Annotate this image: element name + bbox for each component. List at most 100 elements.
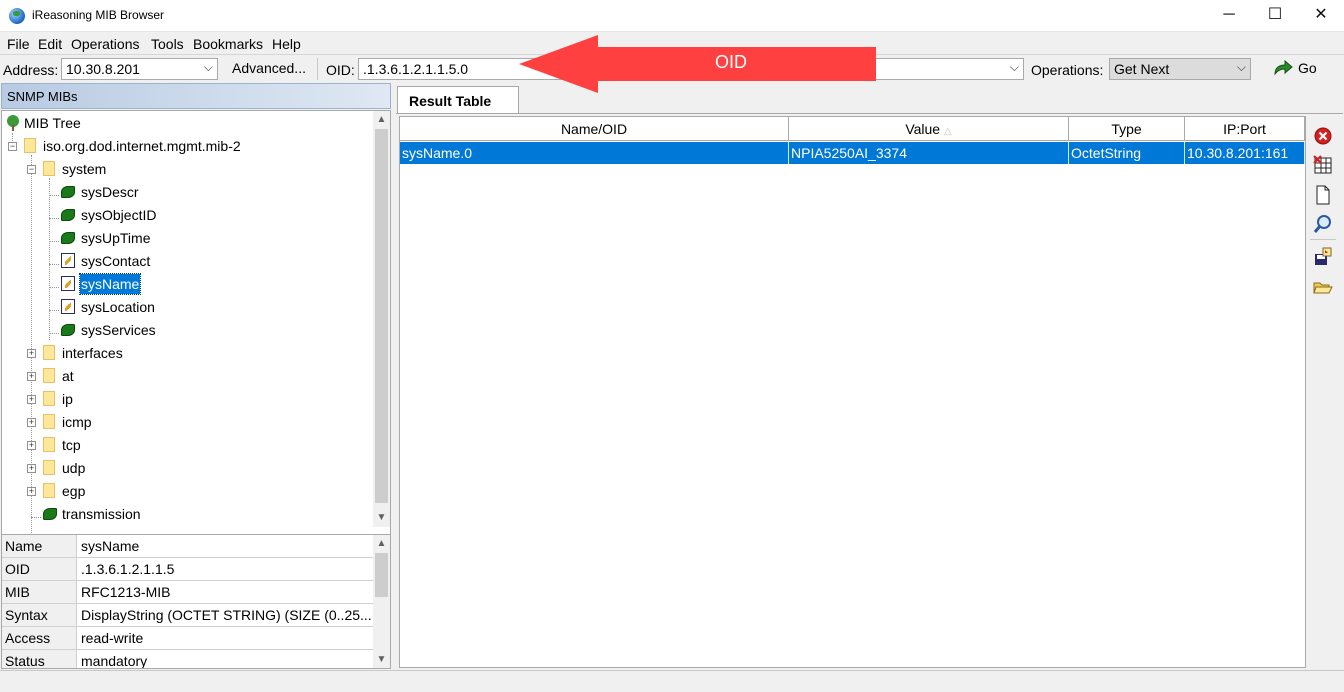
oid-value: .1.3.6.1.2.1.1.5.0 — [363, 61, 469, 77]
annotation-label: OID — [714, 52, 747, 72]
tree-scrollbar[interactable]: ▲ ▼ — [373, 111, 390, 527]
property-row-access: Access read-write — [2, 627, 373, 650]
collapse-icon[interactable]: − — [27, 165, 36, 174]
maximize-button[interactable]: ☐ — [1252, 0, 1298, 31]
property-value: read-write — [81, 630, 144, 646]
tree-node-at[interactable]: + at — [2, 366, 372, 386]
tree-node-mib-tree[interactable]: MIB Tree — [2, 113, 372, 133]
annotation-arrow — [519, 35, 876, 93]
property-value: RFC1213-MIB — [81, 584, 171, 600]
tree-node-syslocation[interactable]: sysLocation — [2, 297, 372, 317]
minimize-button[interactable]: ─ — [1206, 0, 1252, 31]
tree-node-sysservices[interactable]: sysServices — [2, 320, 372, 340]
chevron-down-icon: ⌵ — [203, 60, 213, 74]
expand-icon[interactable]: + — [27, 418, 36, 427]
tree-node-sysobjectid[interactable]: sysObjectID — [2, 205, 372, 225]
document-icon[interactable] — [1312, 184, 1334, 206]
search-icon[interactable] — [1312, 213, 1334, 235]
tree-node-udp[interactable]: + udp — [2, 458, 372, 478]
scroll-up-icon[interactable]: ▲ — [373, 535, 390, 552]
column-header-label: Value — [905, 121, 941, 137]
tree-node-sysname[interactable]: sysName — [2, 273, 372, 295]
scroll-up-icon[interactable]: ▲ — [373, 111, 390, 128]
tree-scroll-thumb[interactable] — [375, 129, 388, 503]
property-key: Access — [2, 627, 77, 649]
operation-value: Get Next — [1114, 61, 1170, 77]
cell-type: OctetString — [1069, 142, 1185, 164]
operations-select[interactable]: Get Next ⌵ — [1109, 58, 1251, 80]
tree-node-system[interactable]: − system — [2, 159, 372, 179]
property-key: OID — [2, 558, 77, 580]
expand-icon[interactable]: + — [27, 487, 36, 496]
property-value: mandatory — [81, 653, 148, 669]
property-key: Syntax — [2, 604, 77, 626]
menu-operations[interactable]: Operations — [71, 36, 139, 52]
close-button[interactable]: ✕ — [1298, 0, 1344, 31]
delete-table-icon[interactable] — [1312, 154, 1334, 176]
tree-node-ip[interactable]: + ip — [2, 389, 372, 409]
tree-node-sysuptime[interactable]: sysUpTime — [2, 228, 372, 248]
advanced-button[interactable]: Advanced... — [225, 57, 313, 81]
tree-label: sysLocation — [81, 299, 155, 315]
property-row-mib: MIB RFC1213-MIB — [2, 581, 373, 604]
scroll-down-icon[interactable]: ▼ — [373, 651, 390, 668]
expand-icon[interactable]: + — [27, 372, 36, 381]
tree-label: sysDescr — [81, 184, 139, 200]
properties-scrollbar[interactable]: ▲ ▼ — [373, 535, 390, 668]
expand-icon[interactable]: + — [27, 441, 36, 450]
mib-panel: SNMP MIBs MIB Tree − iso.org.dod.interne… — [1, 83, 391, 669]
menu-tools[interactable]: Tools — [151, 36, 184, 52]
tree-label: ip — [62, 391, 73, 407]
go-label: Go — [1298, 60, 1317, 76]
tree-label: icmp — [62, 414, 92, 430]
property-row-oid: OID .1.3.6.1.2.1.1.5 — [2, 558, 373, 581]
cell-name-oid: sysName.0 — [400, 142, 789, 164]
expand-icon[interactable]: + — [27, 464, 36, 473]
menu-help[interactable]: Help — [272, 36, 301, 52]
tree-node-egp[interactable]: + egp — [2, 481, 372, 501]
expand-icon[interactable]: + — [27, 349, 36, 358]
leaf-icon — [61, 209, 75, 221]
property-key: Name — [2, 535, 77, 557]
tree-node-interfaces[interactable]: + interfaces — [2, 343, 372, 363]
tab-strip-border — [396, 113, 1343, 114]
tree-label: sysContact — [81, 253, 151, 269]
leaf-icon — [61, 324, 75, 336]
tree-node-sysdescr[interactable]: sysDescr — [2, 182, 372, 202]
scroll-down-icon[interactable]: ▼ — [373, 509, 390, 526]
tree-label: sysServices — [81, 322, 156, 338]
menu-bookmarks[interactable]: Bookmarks — [193, 36, 263, 52]
tree-label: udp — [62, 460, 86, 476]
address-combo[interactable]: 10.30.8.201 ⌵ — [61, 58, 218, 80]
open-folder-icon[interactable] — [1312, 276, 1334, 298]
go-button[interactable]: Go — [1270, 58, 1322, 80]
tab-result-table[interactable]: Result Table — [397, 86, 519, 114]
menu-edit[interactable]: Edit — [38, 36, 62, 52]
tree-node-icmp[interactable]: + icmp — [2, 412, 372, 432]
menu-file[interactable]: File — [7, 36, 30, 52]
property-row-syntax: Syntax DisplayString (OCTET STRING) (SIZ… — [2, 604, 373, 627]
writable-node-icon — [61, 299, 75, 314]
tree-node-transmission[interactable]: transmission — [2, 504, 372, 524]
property-key: MIB — [2, 581, 77, 603]
column-header-type[interactable]: Type — [1069, 117, 1185, 141]
tree-label: system — [62, 161, 107, 177]
column-header-ipport[interactable]: IP:Port — [1185, 117, 1305, 141]
property-value: .1.3.6.1.2.1.1.5 — [81, 561, 175, 577]
expand-icon[interactable]: + — [27, 395, 36, 404]
save-export-icon[interactable] — [1312, 246, 1334, 268]
go-arrow-icon — [1274, 60, 1293, 76]
tree-node-syscontact[interactable]: sysContact — [2, 251, 372, 271]
column-header-value[interactable]: Value △ — [789, 117, 1069, 141]
column-header-name-oid[interactable]: Name/OID — [400, 117, 789, 141]
collapse-icon[interactable]: − — [8, 142, 17, 151]
folder-icon — [43, 460, 55, 475]
table-row[interactable]: sysName.0 NPIA5250AI_3374 OctetString 10… — [400, 142, 1305, 164]
delete-icon[interactable] — [1312, 125, 1334, 147]
tree-node-mib2[interactable]: − iso.org.dod.internet.mgmt.mib-2 — [2, 136, 372, 156]
folder-icon — [43, 391, 55, 406]
folder-icon — [43, 368, 55, 383]
sort-ascending-icon: △ — [943, 126, 952, 137]
tree-node-tcp[interactable]: + tcp — [2, 435, 372, 455]
properties-scroll-thumb[interactable] — [375, 553, 388, 597]
